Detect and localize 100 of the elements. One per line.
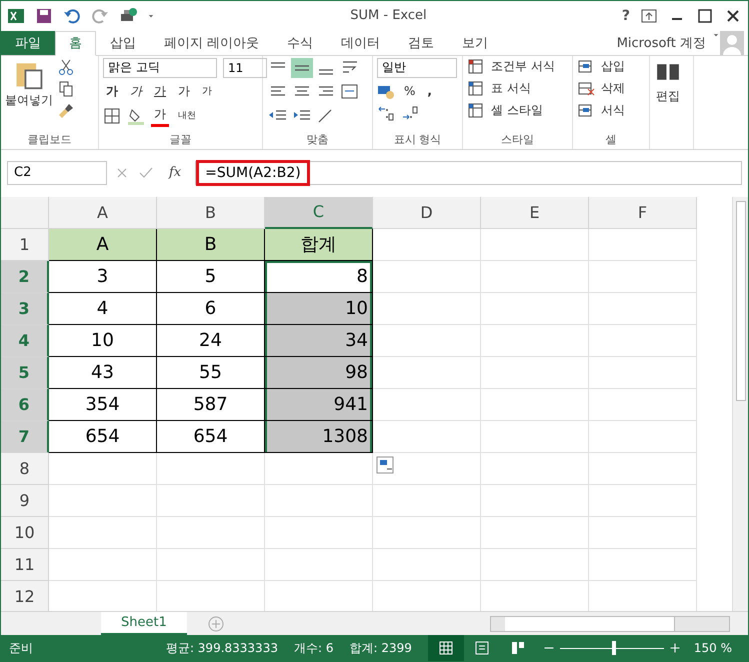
row-header[interactable]: 10 (1, 516, 49, 549)
middle-align-icon[interactable] (291, 58, 313, 78)
row-header[interactable]: 12 (1, 580, 49, 612)
table-cell: 43 (49, 356, 157, 389)
table-cell: 4 (49, 292, 157, 325)
horizontal-scrollbar[interactable] (490, 616, 730, 632)
bold-button[interactable]: 가 (103, 82, 121, 101)
vertical-scrollbar[interactable] (732, 196, 748, 612)
row-header[interactable]: 7 (1, 420, 49, 453)
editing-button[interactable]: 편집 (654, 58, 682, 149)
zoom-level: 150 % (694, 641, 732, 656)
status-stat: 합계: 2399 (349, 640, 412, 657)
cells-menu-button[interactable]: 서식 (577, 102, 625, 120)
status-stat: 평균: 399.8333333 (166, 640, 278, 657)
header-cell: 합계 (265, 228, 373, 261)
scissors-icon[interactable] (57, 58, 75, 76)
italic-button[interactable]: 가 (127, 82, 145, 101)
table-cell: 654 (49, 420, 157, 453)
row-header[interactable]: 6 (1, 388, 49, 421)
ribbon-tab[interactable]: 홈 (55, 30, 96, 56)
maximize-icon[interactable] (696, 6, 714, 25)
group-label: 맞춤 (306, 132, 330, 148)
table-style-icon (467, 80, 485, 98)
group-label: 글꼴 (168, 132, 192, 148)
delete-cells-icon (577, 80, 595, 98)
font-size-field[interactable]: 11 (223, 58, 267, 78)
row-header[interactable]: 9 (1, 484, 49, 517)
table-cell: 6 (157, 292, 265, 325)
styles-menu-button[interactable]: 조건부 서식 (467, 58, 555, 76)
comma-button[interactable]: , (424, 82, 435, 99)
table-cell: 10 (49, 324, 157, 357)
formula-field[interactable]: =SUM(A2:B2) (196, 160, 310, 186)
table-cell: 5 (157, 260, 265, 293)
fill-color-icon[interactable] (127, 106, 145, 125)
table-cell: 941 (265, 388, 373, 421)
cells-menu-button[interactable]: 삽입 (577, 58, 625, 76)
quick-analysis-icon[interactable] (376, 456, 394, 474)
copy-icon[interactable] (57, 80, 75, 98)
name-box[interactable]: C2 (7, 160, 107, 185)
window-title: SUM - Excel (349, 8, 428, 24)
paste-button[interactable]: 붙여넣기 (5, 58, 53, 131)
row-header[interactable]: 3 (1, 292, 49, 325)
column-header[interactable]: B (157, 196, 265, 229)
account-link[interactable]: Microsoft 계정 (616, 30, 712, 55)
table-cell: 354 (49, 388, 157, 421)
column-header[interactable]: E (481, 196, 589, 229)
insert-function-button[interactable]: fx (161, 165, 190, 180)
sheet-tab[interactable]: Sheet1 (101, 612, 187, 636)
increase-decimal-icon[interactable] (377, 104, 395, 122)
table-style-icon (467, 58, 485, 76)
column-header[interactable]: F (589, 196, 697, 229)
percent-button[interactable]: % (401, 82, 418, 99)
file-tab[interactable]: 파일 (1, 30, 55, 55)
save-icon[interactable] (35, 6, 53, 25)
slider-thumb[interactable] (612, 641, 616, 656)
table-cell: 98 (265, 356, 373, 389)
row-header[interactable]: 2 (1, 260, 49, 293)
row-header[interactable]: 8 (1, 452, 49, 485)
cells-menu-button[interactable]: 삭제 (577, 80, 625, 98)
ribbon-display-icon[interactable] (640, 6, 658, 25)
table-cell: 8 (265, 260, 373, 293)
brush-icon[interactable] (57, 102, 75, 120)
font-color-button[interactable]: 가 (151, 104, 169, 127)
row-header[interactable]: 1 (1, 228, 49, 261)
help-button[interactable]: ? (622, 8, 630, 24)
group-label: 클립보드 (26, 132, 72, 148)
table-cell: 24 (157, 324, 265, 357)
column-header[interactable]: C (265, 196, 373, 229)
row-header[interactable]: 11 (1, 548, 49, 581)
table-cell: 10 (265, 292, 373, 325)
table-cell: 587 (157, 388, 265, 421)
group-label: 스타일 (500, 132, 535, 148)
group-label: 표시 형식 (392, 132, 442, 148)
grow-font-button[interactable]: 가 (175, 82, 193, 101)
table-cell: 3 (49, 260, 157, 293)
status-stat: 개수: 6 (294, 640, 334, 657)
row-header[interactable]: 5 (1, 356, 49, 389)
header-cell: A (49, 228, 157, 261)
styles-menu-button[interactable]: 표 서식 (467, 80, 555, 98)
table-cell: 34 (265, 324, 373, 357)
decrease-decimal-icon[interactable] (401, 104, 419, 122)
phonetic-button[interactable]: 내천 (175, 108, 199, 124)
border-icon[interactable] (103, 106, 121, 125)
column-header[interactable]: D (373, 196, 481, 229)
undo-icon[interactable] (63, 6, 81, 25)
row-header[interactable]: 4 (1, 324, 49, 357)
group-label: 셀 (604, 132, 618, 148)
table-cell: 654 (157, 420, 265, 453)
excel-logo-icon[interactable] (7, 6, 25, 25)
zoom-in-icon[interactable] (670, 643, 680, 654)
font-name-field[interactable]: 맑은 고딕 (103, 58, 217, 78)
status-text: 준비 (9, 640, 33, 657)
shrink-font-button[interactable]: 가 (199, 83, 215, 100)
number-format-field[interactable]: 일반 (377, 58, 457, 78)
column-header[interactable]: A (49, 196, 157, 229)
underline-button[interactable]: 가 (151, 82, 169, 101)
grid-view-icon[interactable] (428, 635, 464, 661)
table-cell: 1308 (265, 420, 373, 453)
styles-menu-button[interactable]: 셀 스타일 (467, 102, 555, 120)
table-cell: 55 (157, 356, 265, 389)
